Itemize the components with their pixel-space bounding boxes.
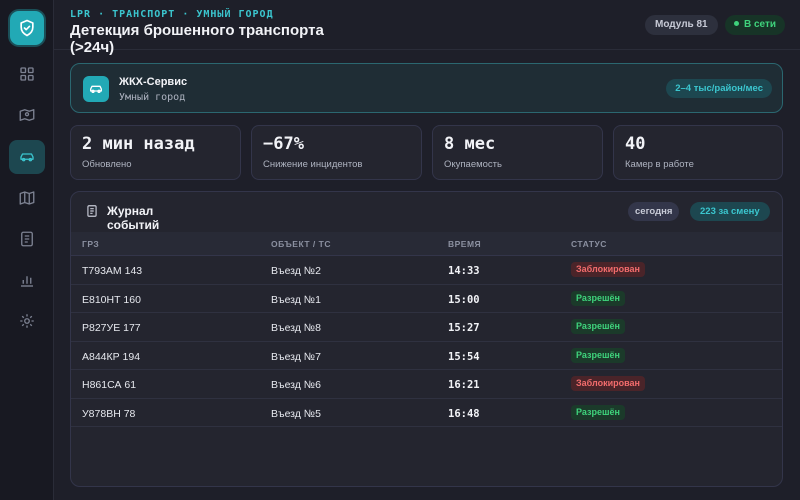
period-filter-badge[interactable]: сегодня [628,202,680,221]
sidebar-item-settings[interactable] [9,304,45,338]
sidebar-item-reports[interactable] [9,222,45,256]
cell-time: 16:48 [448,407,480,420]
status-badge: Заблокирован [571,376,645,391]
cell-plate: А844КР 194 [82,350,141,363]
status-badge: Разрешён [571,347,625,363]
online-status-badge: В сети [725,15,786,35]
status-badge: Заблокирован [571,262,645,277]
status-badge: Разрешён [571,290,625,306]
event-table: ГРЗ ОБЪЕКТ / ТС ВРЕМЯ СТАТУС Т793АМ 143 В… [71,232,782,427]
service-card[interactable]: ЖКХ-Сервис Умный город 2–4 тыс/район/мес [70,63,783,113]
dashboard-icon [20,67,34,81]
sidebar-item-locations[interactable] [9,98,45,132]
cell-plate: У878ВН 78 [82,407,136,420]
table-row[interactable]: Н861СА 61 Въезд №6 16:21 Заблокирован [71,370,782,399]
cell-time: 14:33 [448,265,480,277]
app-logo[interactable] [10,11,44,45]
cell-plate: Е810НТ 160 [82,293,141,306]
service-name: ЖКХ-Сервис [119,76,188,88]
map-icon [19,191,35,205]
table-body: Т793АМ 143 Въезд №2 14:33 Заблокирован Е810Н… [71,256,782,427]
map-pin-icon [19,109,35,121]
stat-card-updated: 2 мин назад Обновлено [70,125,241,180]
car-icon [20,153,34,162]
document-icon [21,231,33,247]
stat-card-payback: 8 мес Окупаемость [432,125,603,180]
table-row[interactable]: Р827УЕ 177 Въезд №8 15:27 Разрешён [71,313,782,342]
cell-plate: Р827УЕ 177 [82,322,141,334]
shield-check-icon [20,19,34,37]
cell-object: Въезд №5 [271,407,321,420]
table-row[interactable]: Т793АМ 143 Въезд №2 14:33 Заблокирован [71,256,782,285]
shift-count-badge: 223 за смену [690,202,770,221]
cell-object: Въезд №8 [271,322,321,334]
table-row[interactable]: Е810НТ 160 Въезд №1 15:00 Разрешён [71,285,782,313]
price-badge: 2–4 тыс/район/мес [666,79,772,98]
status-dot-icon [734,21,739,26]
column-header-plate: ГРЗ [82,239,100,249]
sidebar [0,0,54,500]
event-log-title: Журнал событий [107,204,160,232]
stat-card-incidents: −67% Снижение инцидентов [251,125,422,180]
service-icon-box [83,76,109,102]
stat-label: Снижение инцидентов [263,159,363,170]
column-header-time: ВРЕМЯ [448,239,482,249]
sidebar-item-transport[interactable] [9,140,45,174]
stat-value: −67% [263,134,304,154]
status-badge: Разрешён [571,319,625,334]
module-badge: Модуль 81 [645,15,718,35]
cell-plate: Т793АМ 143 [82,265,143,277]
cell-time: 16:21 [448,379,480,391]
bar-chart-icon [21,276,33,287]
table-header: ГРЗ ОБЪЕКТ / ТС ВРЕМЯ СТАТУС [71,232,782,256]
cell-object: Въезд №6 [271,379,321,391]
page-header: LPR · ТРАНСПОРТ · УМНЫЙ ГОРОД Детекция б… [54,0,800,56]
stat-label: Обновлено [82,159,132,170]
online-status-label: В сети [744,19,777,30]
column-header-status: СТАТУС [571,239,607,249]
breadcrumb: LPR · ТРАНСПОРТ · УМНЫЙ ГОРОД [70,9,274,20]
cell-object: Въезд №1 [271,293,321,306]
status-badge: Разрешён [571,404,625,420]
stat-value: 8 мес [444,134,496,154]
document-icon [87,205,97,217]
stat-label: Окупаемость [444,159,502,170]
stat-value: 40 [625,134,646,154]
cell-time: 15:00 [448,293,480,306]
cell-time: 15:54 [448,350,480,363]
table-row[interactable]: У878ВН 78 Въезд №5 16:48 Разрешён [71,399,782,427]
car-icon [90,85,102,93]
gear-icon [20,314,34,328]
event-log-panel: Журнал событий сегодня 223 за смену ГРЗ … [70,191,783,487]
cell-object: Въезд №7 [271,350,321,363]
column-header-object: ОБЪЕКТ / ТС [271,239,331,249]
sidebar-item-analytics[interactable] [9,263,45,297]
page-title: Детекция брошенного транспорта (>24ч) [70,22,324,56]
cell-time: 15:27 [448,322,480,334]
stat-value: 2 мин назад [82,134,195,154]
cell-plate: Н861СА 61 [82,379,137,391]
sidebar-item-map[interactable] [9,181,45,215]
cell-object: Въезд №2 [271,265,321,277]
stat-label: Камер в работе [625,159,694,170]
table-row[interactable]: А844КР 194 Въезд №7 15:54 Разрешён [71,342,782,370]
sidebar-item-dashboard[interactable] [9,57,45,91]
service-subtitle: Умный город [119,92,186,103]
stat-card-cameras: 40 Камер в работе [613,125,783,180]
